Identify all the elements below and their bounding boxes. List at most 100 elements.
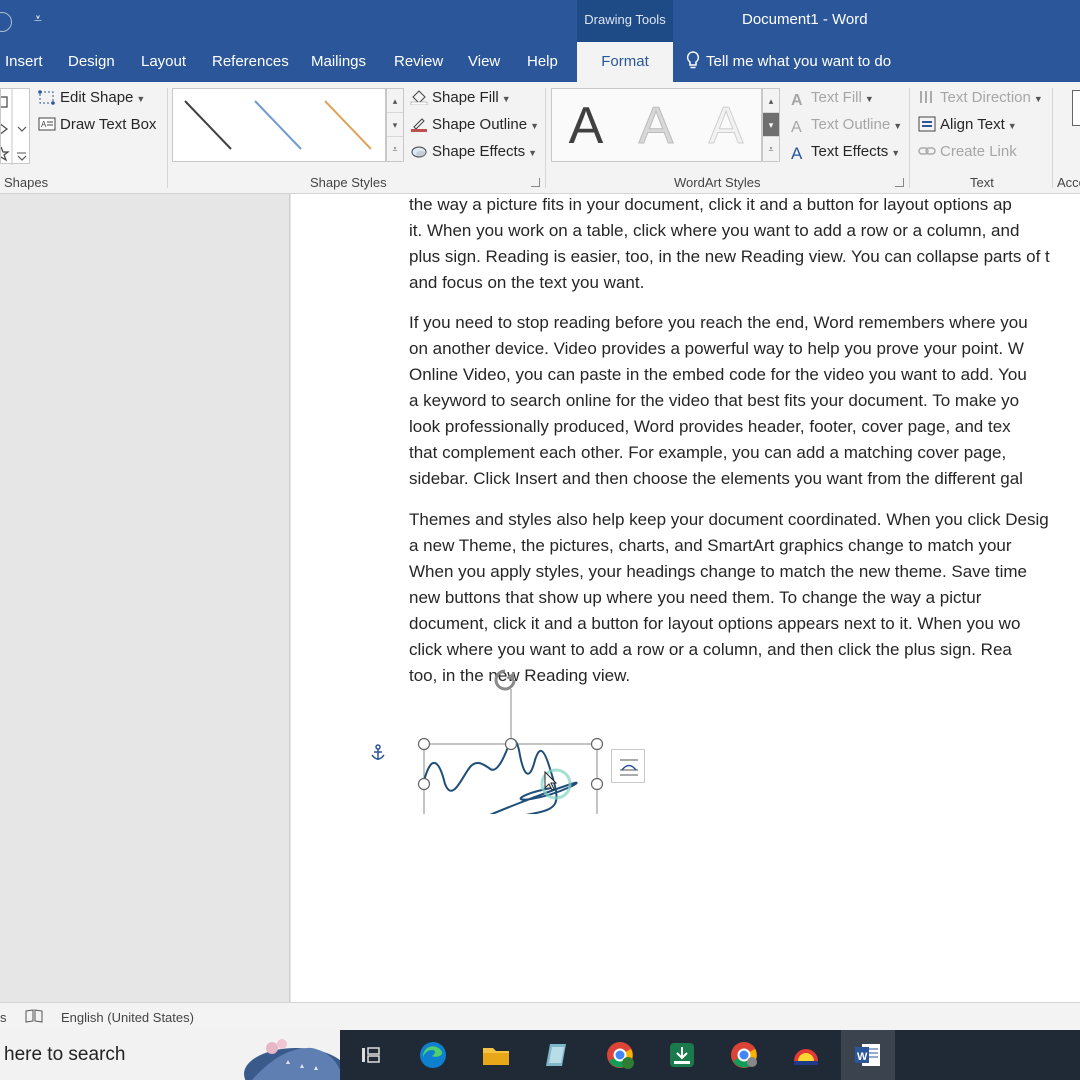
shape-style-swatch[interactable] <box>254 100 302 150</box>
text-direction-icon <box>920 91 932 103</box>
text-fill-icon: A <box>791 92 803 109</box>
text-direction-button[interactable]: Text Direction ▼ <box>918 87 1043 109</box>
shape-styles-scroll[interactable]: ▴ ▾ ⩡ <box>386 88 404 162</box>
edit-shape-label: Edit Shape <box>60 89 134 106</box>
paint-bucket-icon <box>410 90 428 105</box>
tab-references[interactable]: References <box>212 42 289 82</box>
group-divider <box>167 88 168 188</box>
text-effects-button[interactable]: A Text Effects ▼ <box>791 141 900 163</box>
star-shape-icon <box>0 146 10 162</box>
tab-review[interactable]: Review <box>394 42 443 82</box>
more-icon <box>17 155 27 161</box>
create-link-button[interactable]: Create Link <box>918 141 1017 163</box>
text-line: plus sign. Reading is easier, too, in th… <box>409 247 1050 266</box>
file-explorer-icon[interactable] <box>480 1039 512 1071</box>
shape-style-swatch[interactable] <box>324 100 372 150</box>
shape-outline-label: Shape Outline <box>432 116 528 133</box>
chevron-down-icon: ▼ <box>864 94 874 104</box>
shape-outline-button[interactable]: Shape Outline ▼ <box>410 114 539 136</box>
text-fill-label: Text Fill <box>811 89 862 106</box>
search-highlight-image <box>244 1039 340 1080</box>
tab-design[interactable]: Design <box>68 42 115 82</box>
chrome-profile-icon[interactable] <box>604 1039 636 1071</box>
text-line: it. When you work on a table, click wher… <box>409 221 1020 240</box>
wordart-scroll[interactable]: ▴ ▾ ⩡ <box>762 88 780 162</box>
draw-text-box-button[interactable]: A Draw Text Box <box>38 114 156 136</box>
shape-effects-button[interactable]: Shape Effects ▼ <box>410 141 537 163</box>
dialog-launcher-icon[interactable] <box>895 178 904 187</box>
tab-format[interactable]: Format <box>577 42 673 82</box>
document-page[interactable]: the way a picture fits in your document,… <box>291 194 1080 1002</box>
wordart-style-outline[interactable]: A <box>696 95 756 157</box>
shape-fill-label: Shape Fill <box>432 89 499 106</box>
alt-text-icon[interactable] <box>1072 90 1080 126</box>
layout-options-button[interactable] <box>611 749 645 783</box>
wordart-style-light[interactable]: A <box>626 95 686 157</box>
proofing-book-icon[interactable] <box>25 1009 43 1023</box>
text-line: a new Theme, the pictures, charts, and S… <box>409 536 1012 555</box>
language-indicator[interactable]: English (United States) <box>61 1010 194 1025</box>
text-box-icon: A <box>38 117 56 131</box>
downloads-app-icon[interactable] <box>666 1039 698 1071</box>
gallery-more-icon[interactable]: ⩡ <box>763 137 779 161</box>
tab-insert[interactable]: Insert <box>5 42 43 82</box>
ink-drawing-selection[interactable] <box>411 664 611 814</box>
chevron-down-icon: ▼ <box>893 121 903 131</box>
customize-quick-access-icon[interactable]: ⩡ <box>34 10 42 27</box>
tell-me-text: Tell me what you want to do <box>706 53 892 70</box>
shapes-group-label: Shapes <box>4 175 49 190</box>
edge-browser-icon[interactable] <box>417 1039 449 1071</box>
app-menu-icon[interactable] <box>0 12 12 32</box>
paragraph: If you need to stop reading before you r… <box>409 310 1080 492</box>
ink-stroke <box>423 739 578 814</box>
word-taskbar-button[interactable]: W <box>841 1030 895 1080</box>
shape-fill-button[interactable]: Shape Fill ▼ <box>410 87 511 109</box>
ribbon: Edit Shape ▼ A Draw Text Box Shapes ▴ ▾ ⩡ … <box>0 82 1080 194</box>
gallery-more-icon[interactable]: ⩡ <box>387 137 403 161</box>
lightbulb-icon <box>686 51 700 69</box>
resize-handles[interactable] <box>417 737 604 815</box>
scroll-up-icon[interactable]: ▴ <box>763 89 779 113</box>
align-text-button[interactable]: Align Text ▼ <box>918 114 1017 136</box>
shapes-gallery[interactable] <box>0 88 30 165</box>
shape-styles-gallery[interactable] <box>172 88 386 162</box>
scroll-down-icon[interactable]: ▾ <box>763 113 779 137</box>
text-outline-label: Text Outline <box>811 116 891 133</box>
chevron-down-icon: ▼ <box>136 94 146 104</box>
scroll-down-icon[interactable]: ▾ <box>387 113 403 137</box>
shape-style-swatch[interactable] <box>184 100 232 150</box>
text-line: sidebar. Click Insert and then choose th… <box>409 469 1023 488</box>
app-launcher-icon[interactable] <box>790 1039 822 1071</box>
shape-effects-icon <box>411 146 427 158</box>
chevron-down-icon: ▼ <box>501 94 511 104</box>
paragraph: Themes and styles also help keep your do… <box>409 507 1080 689</box>
notes-app-icon[interactable] <box>542 1039 574 1071</box>
task-view-icon[interactable] <box>356 1039 388 1071</box>
tab-layout[interactable]: Layout <box>141 42 186 82</box>
wordart-gallery[interactable]: A A A <box>551 88 762 162</box>
align-text-label: Align Text <box>940 116 1005 133</box>
chevron-down-icon: ▼ <box>1007 121 1017 131</box>
status-fragment: s <box>0 1010 7 1025</box>
title-bar: ⩡ Drawing Tools Document1 - Word <box>0 0 1080 42</box>
dialog-launcher-icon[interactable] <box>531 178 540 187</box>
scroll-up-icon[interactable]: ▴ <box>387 89 403 113</box>
tab-help[interactable]: Help <box>527 42 558 82</box>
wordart-style-solid[interactable]: A <box>556 95 616 157</box>
tell-me-search[interactable]: Tell me what you want to do <box>686 42 891 82</box>
text-group-label: Text <box>970 175 994 190</box>
text-outline-button[interactable]: A Text Outline ▼ <box>791 114 902 136</box>
tab-view[interactable]: View <box>468 42 500 82</box>
text-line: Themes and styles also help keep your do… <box>409 510 1049 529</box>
taskbar-search-box[interactable]: here to search <box>0 1030 340 1080</box>
tab-mailings[interactable]: Mailings <box>311 42 366 82</box>
search-placeholder: here to search <box>4 1044 126 1065</box>
rotate-handle-icon[interactable] <box>494 669 516 691</box>
edit-shape-button[interactable]: Edit Shape ▼ <box>38 87 145 109</box>
contextual-tab-label: Drawing Tools <box>577 0 673 42</box>
text-line: If you need to stop reading before you r… <box>409 313 1028 332</box>
arrow-shape-icon <box>0 123 8 135</box>
pencil-icon <box>411 118 427 132</box>
text-fill-button[interactable]: A Text Fill ▼ <box>791 87 874 109</box>
chrome-browser-icon[interactable] <box>728 1039 760 1071</box>
